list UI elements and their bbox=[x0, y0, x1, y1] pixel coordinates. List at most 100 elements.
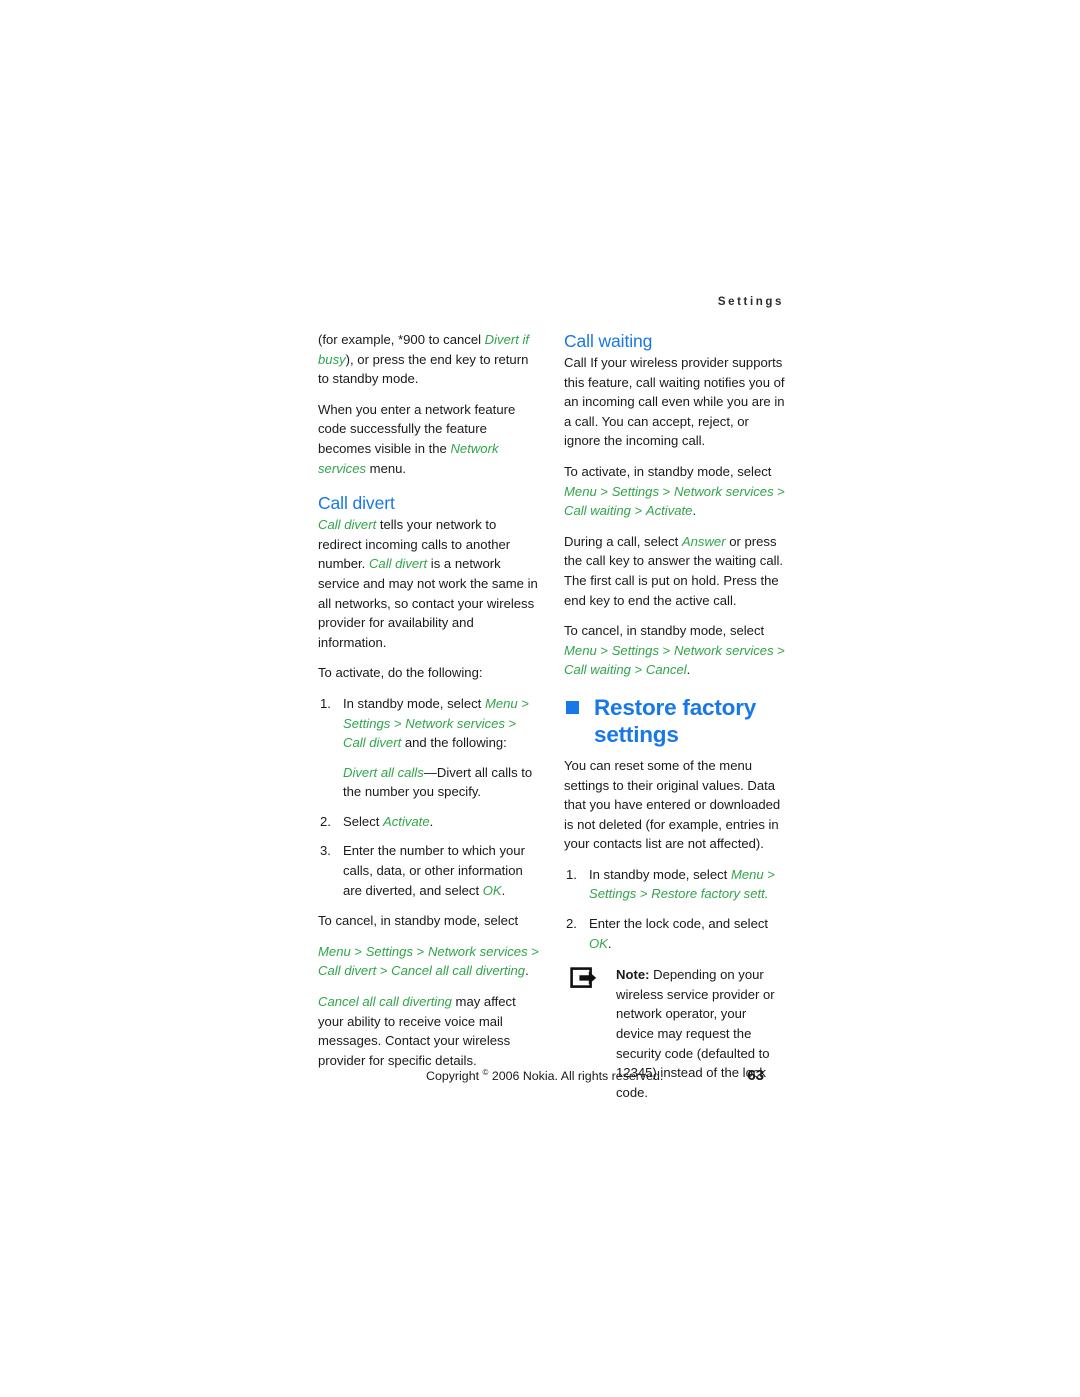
menu-term: Cancel all call diverting bbox=[318, 994, 452, 1010]
step-number: 1. bbox=[320, 695, 331, 711]
text-run: . bbox=[692, 503, 697, 519]
text-run: (for example, *900 to cancel bbox=[318, 332, 485, 347]
menu-term: Divert all calls bbox=[343, 764, 424, 780]
text-run: Copyright bbox=[426, 1069, 483, 1084]
paragraph-cw-cancel-lead: To cancel, in standby mode, select bbox=[564, 623, 765, 639]
list-item: 1. In standby mode, select Menu > Settin… bbox=[318, 694, 540, 802]
separator: > bbox=[630, 662, 646, 678]
text-run: . bbox=[501, 882, 506, 898]
text-run: Select bbox=[343, 813, 384, 829]
menu-term: Answer bbox=[681, 533, 726, 549]
menu-term: Network services bbox=[673, 642, 774, 658]
paragraph-cancel-path: Menu > Settings > Network services > Cal… bbox=[318, 942, 540, 981]
separator: > bbox=[773, 483, 785, 499]
menu-term: Cancel all call diverting bbox=[391, 963, 526, 979]
menu-term: Menu bbox=[484, 695, 518, 711]
step-number: 2. bbox=[320, 813, 331, 829]
paragraph-cw-activate-lead: To activate, in standby mode, select bbox=[564, 463, 772, 479]
menu-term: Call waiting bbox=[564, 662, 631, 678]
separator: > bbox=[596, 483, 612, 499]
separator: > bbox=[659, 483, 674, 499]
text-run: menu. bbox=[366, 460, 407, 476]
separator: > bbox=[527, 943, 539, 959]
right-column: Call waiting Call If your wireless provi… bbox=[564, 330, 786, 1102]
menu-term: Network services bbox=[673, 483, 774, 499]
heading-call-waiting: Call waiting bbox=[564, 331, 653, 351]
menu-term: OK bbox=[482, 882, 502, 898]
text-run: Enter the lock code, and select bbox=[589, 916, 769, 932]
running-header: Settings bbox=[717, 296, 784, 308]
manual-page: Settings (for example, *900 to cancel Di… bbox=[0, 0, 1080, 1397]
menu-term: Menu bbox=[318, 943, 351, 959]
menu-term: Settings bbox=[365, 943, 414, 959]
separator: > bbox=[350, 943, 366, 959]
step-number: 3. bbox=[320, 843, 331, 859]
note-label: Note: bbox=[616, 967, 650, 983]
step-number: 2. bbox=[566, 916, 577, 932]
call-divert-steps: 1. In standby mode, select Menu > Settin… bbox=[318, 694, 540, 900]
text-run: In standby mode, select bbox=[343, 695, 485, 711]
separator: > bbox=[376, 963, 392, 979]
list-item: 2. Select Activate. bbox=[318, 812, 540, 832]
menu-term: OK bbox=[589, 935, 608, 951]
paragraph-cw-during-call: During a call, select Answer or press th… bbox=[564, 532, 786, 610]
menu-term: Menu bbox=[730, 866, 764, 882]
list-item: 1. In standby mode, select Menu > Settin… bbox=[564, 865, 786, 904]
menu-term: Settings bbox=[343, 715, 391, 731]
two-column-body: (for example, *900 to cancel Divert if b… bbox=[318, 330, 786, 1100]
menu-term: Call divert bbox=[318, 963, 377, 979]
menu-term: Settings bbox=[611, 483, 660, 499]
text-run: . bbox=[607, 935, 612, 951]
separator: > bbox=[659, 642, 674, 658]
menu-term: Restore factory sett. bbox=[651, 886, 769, 902]
menu-term: Cancel bbox=[645, 662, 687, 678]
paragraph-restore-desc: You can reset some of the menu settings … bbox=[564, 757, 781, 852]
separator: > bbox=[596, 642, 612, 658]
paragraph-cancel-warning: Cancel all call diverting may affect you… bbox=[318, 992, 540, 1070]
menu-term: Network services bbox=[427, 943, 528, 959]
paragraph-activate-lead: To activate, do the following: bbox=[318, 665, 483, 681]
menu-term: Call divert bbox=[343, 735, 402, 751]
menu-term: Settings bbox=[589, 886, 637, 902]
menu-term: Activate bbox=[383, 813, 430, 829]
menu-term: Activate bbox=[645, 503, 693, 519]
square-bullet-icon bbox=[566, 700, 579, 714]
text-run: In standby mode, select bbox=[589, 866, 731, 882]
paragraph-divert-example: (for example, *900 to cancel Divert if b… bbox=[318, 330, 540, 389]
heading-call-divert: Call divert bbox=[318, 493, 395, 514]
step-sub-paragraph: Divert all calls—Divert all calls to the… bbox=[343, 763, 540, 802]
step-number: 1. bbox=[566, 866, 577, 882]
list-item: 2. Enter the lock code, and select OK. bbox=[564, 914, 786, 953]
menu-term: Menu bbox=[564, 483, 597, 499]
separator: > bbox=[763, 866, 775, 882]
copyright-notice: Copyright © 2006 Nokia. All rights reser… bbox=[426, 1068, 663, 1083]
paragraph-call-waiting-desc: Call If your wireless provider supports … bbox=[564, 355, 785, 449]
text-run: . bbox=[686, 662, 691, 678]
text-run: . bbox=[525, 963, 529, 979]
page-number: 63 bbox=[747, 1067, 764, 1084]
menu-term: Settings bbox=[611, 642, 660, 658]
heading-text: Restore factory settings bbox=[594, 694, 757, 747]
paragraph-network-feature-code: When you enter a network feature code su… bbox=[318, 400, 540, 478]
menu-term: Menu bbox=[564, 642, 597, 658]
text-run: 2006 Nokia. All rights reserved. bbox=[488, 1069, 664, 1084]
note-arrow-icon bbox=[570, 967, 604, 991]
text-run: During a call, select bbox=[564, 533, 682, 549]
menu-term: Network services bbox=[405, 715, 505, 731]
paragraph-call-divert-desc: Call divert tells your network to redire… bbox=[318, 515, 540, 652]
list-item: 3. Enter the number to which your calls,… bbox=[318, 841, 540, 900]
paragraph-cancel-lead: To cancel, in standby mode, select bbox=[318, 913, 519, 929]
separator: > bbox=[390, 715, 406, 731]
text-run: . bbox=[429, 813, 434, 829]
heading-restore-factory-settings: Restore factory settings bbox=[564, 694, 786, 748]
left-column: (for example, *900 to cancel Divert if b… bbox=[318, 330, 540, 1081]
separator: > bbox=[636, 886, 652, 902]
text-run: and the following: bbox=[401, 735, 507, 751]
separator: > bbox=[630, 503, 646, 519]
menu-term: Call divert bbox=[368, 556, 428, 572]
paragraph-cw-cancel-path: Menu > Settings > Network services > Cal… bbox=[564, 641, 786, 680]
text-run: ), or press the end key to return to sta… bbox=[318, 351, 529, 387]
separator: > bbox=[504, 715, 517, 731]
menu-term: Call divert bbox=[318, 517, 377, 533]
separator: > bbox=[773, 642, 785, 658]
